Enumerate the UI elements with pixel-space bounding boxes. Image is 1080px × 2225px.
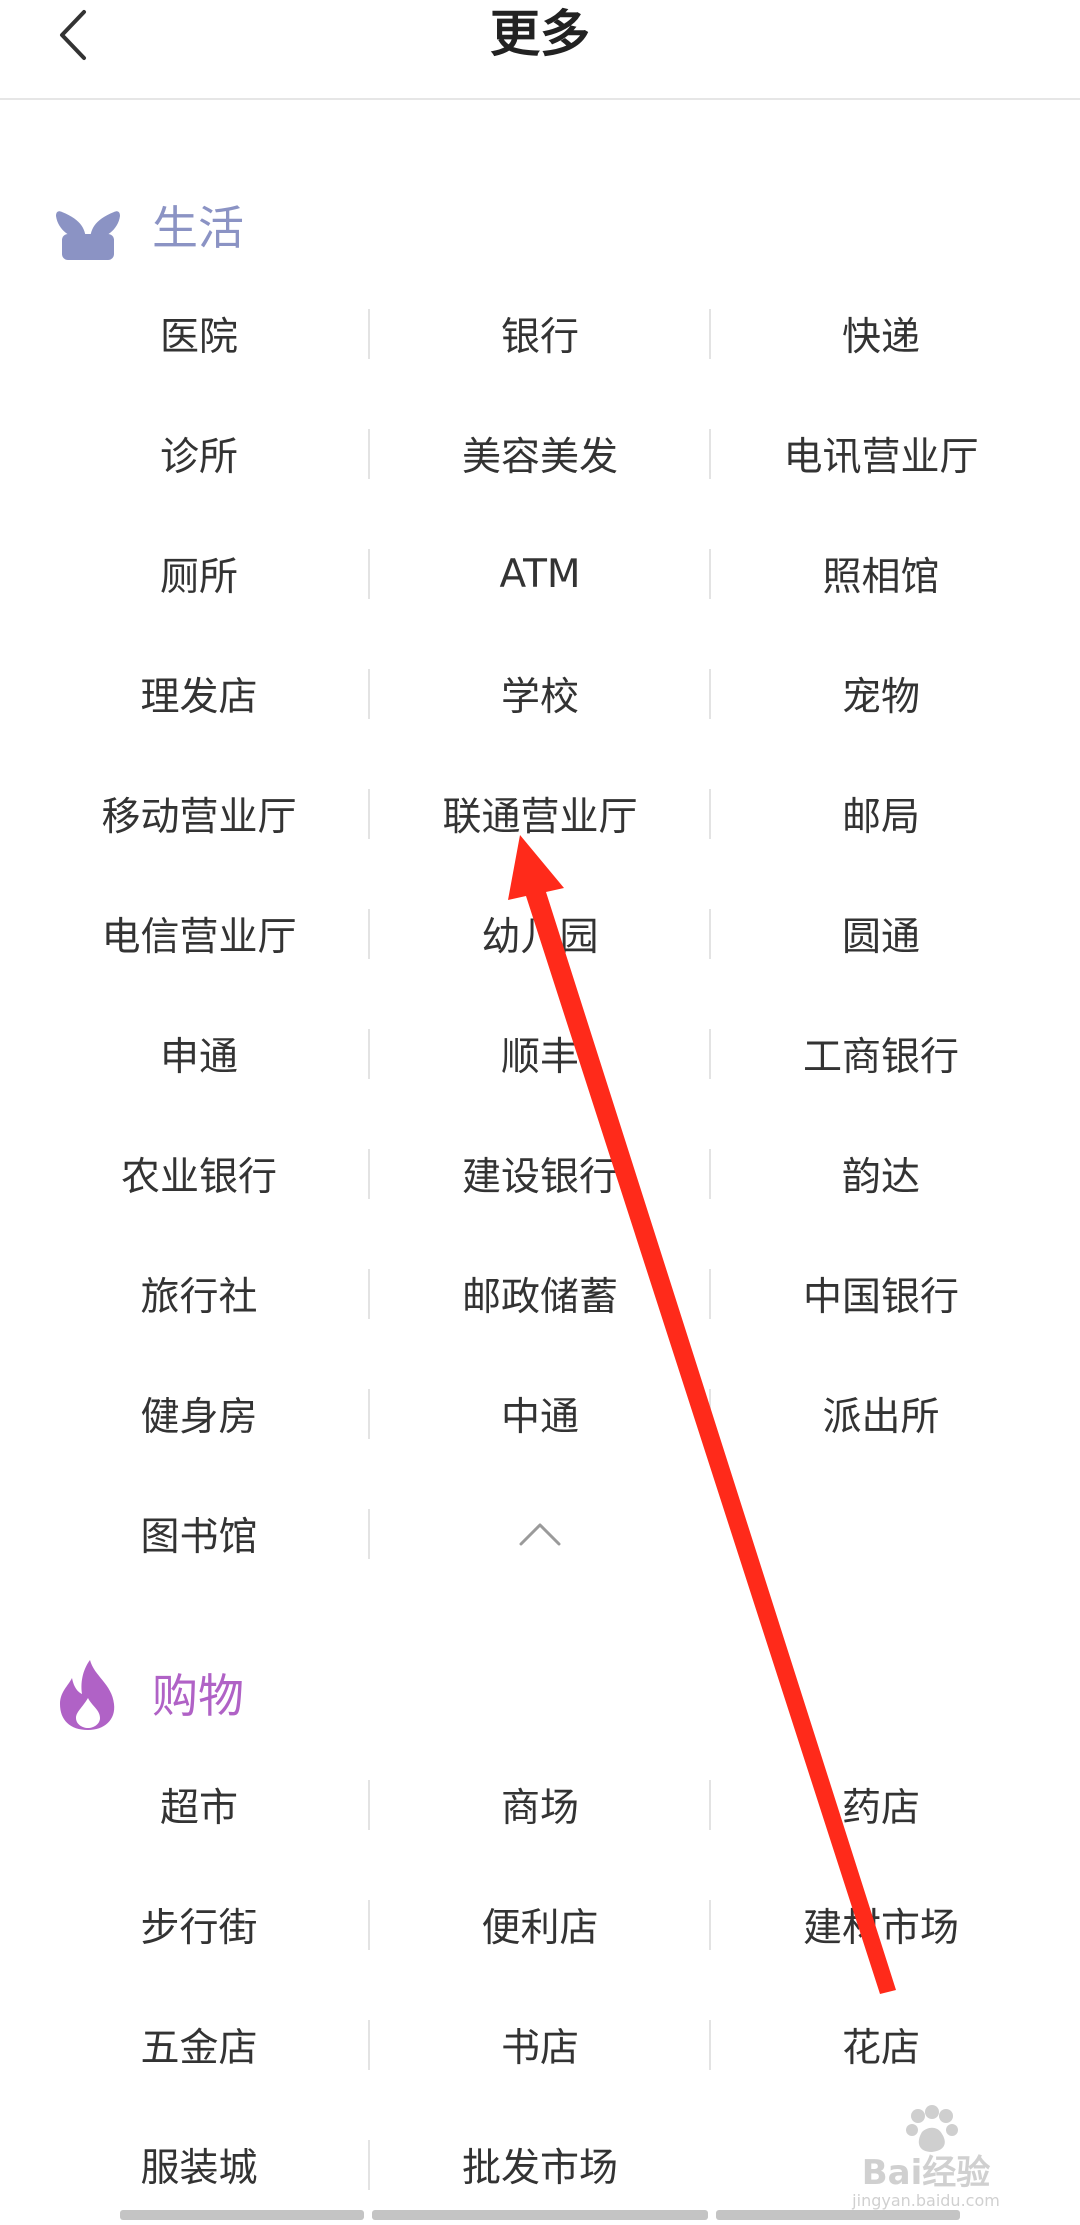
chevron-up-icon [519,1523,561,1546]
column-divider [368,2140,370,2190]
category-item[interactable]: ATM [370,514,710,634]
grid-row: 旅行社 邮政储蓄 中国银行 [0,1234,1080,1354]
column-divider [709,1149,711,1199]
category-item[interactable]: 图书馆 [29,1474,369,1594]
column-divider [368,309,370,359]
grid-row: 医院 银行 快递 [0,274,1080,394]
category-item[interactable]: 建材市场 [711,1865,1051,1985]
category-item[interactable]: 便利店 [370,1865,710,1985]
category-item[interactable]: 医院 [29,274,369,394]
next-row-edge [716,2210,960,2220]
column-divider [709,1780,711,1830]
grid-row: 申通 顺丰 工商银行 [0,994,1080,1114]
category-item[interactable]: 五金店 [29,1985,369,2105]
column-divider [368,789,370,839]
column-divider [709,2020,711,2070]
column-divider [709,669,711,719]
column-divider [709,1029,711,1079]
column-divider [709,1900,711,1950]
category-item[interactable]: 厕所 [29,514,369,634]
category-item[interactable]: 邮政储蓄 [370,1234,710,1354]
grid-row: 五金店 书店 花店 [0,1985,1080,2105]
category-item[interactable]: 步行街 [29,1865,369,1985]
column-divider [368,1900,370,1950]
category-item[interactable]: 诊所 [29,394,369,514]
watermark-subtext: jingyan.baidu.com [851,2191,1000,2210]
category-item[interactable]: 邮局 [711,754,1051,874]
grid-row: 厕所 ATM 照相馆 [0,514,1080,634]
category-item[interactable]: 韵达 [711,1114,1051,1234]
category-item[interactable]: 快递 [711,274,1051,394]
section-title-shopping: 购物 [152,1669,244,1723]
category-item[interactable]: 圆通 [711,874,1051,994]
sprout-icon [56,211,120,260]
category-item[interactable]: 工商银行 [711,994,1051,1114]
grid-row: 移动营业厅 联通营业厅 邮局 [0,754,1080,874]
watermark-text: Bai经验 [862,2153,991,2193]
next-row-edge [120,2210,364,2220]
category-item[interactable]: 健身房 [29,1354,369,1474]
category-item[interactable]: 商场 [370,1745,710,1865]
category-item[interactable]: 中国银行 [711,1234,1051,1354]
column-divider [368,549,370,599]
grid-row: 电信营业厅 幼儿园 圆通 [0,874,1080,994]
category-item[interactable]: 建设银行 [370,1114,710,1234]
column-divider [709,1389,711,1439]
column-divider [709,789,711,839]
category-item[interactable]: 联通营业厅 [370,754,710,874]
page-title: 更多 [490,5,590,63]
category-item[interactable]: 药店 [711,1745,1051,1865]
category-item[interactable]: 电讯营业厅 [711,394,1051,514]
column-divider [368,1269,370,1319]
category-item[interactable]: 超市 [29,1745,369,1865]
section-title-life: 生活 [152,201,244,255]
category-item[interactable]: 电信营业厅 [29,874,369,994]
column-divider [368,1389,370,1439]
category-item[interactable]: 银行 [370,274,710,394]
category-item[interactable]: 幼儿园 [370,874,710,994]
grid-row: 步行街 便利店 建材市场 [0,1865,1080,1985]
grid-row: 农业银行 建设银行 韵达 [0,1114,1080,1234]
category-item[interactable]: 农业银行 [29,1114,369,1234]
category-item[interactable]: 批发市场 [370,2105,710,2225]
column-divider [709,1269,711,1319]
flame-icon [60,1660,115,1730]
column-divider [368,1149,370,1199]
category-item[interactable]: 理发店 [29,634,369,754]
column-divider [368,1029,370,1079]
category-item[interactable]: 申通 [29,994,369,1114]
category-item[interactable]: 宠物 [711,634,1051,754]
category-item[interactable]: 旅行社 [29,1234,369,1354]
category-item[interactable]: 移动营业厅 [29,754,369,874]
category-item[interactable]: 书店 [370,1985,710,2105]
column-divider [709,309,711,359]
grid-row: 图书馆 [0,1474,1080,1594]
category-item[interactable]: 学校 [370,634,710,754]
column-divider [368,429,370,479]
baidu-jingyan-watermark: Bai经验 jingyan.baidu.com [851,2105,1000,2210]
life-category-grid: 医院 银行 快递 诊所 美容美发 电讯营业厅 厕所 ATM 照相馆 理发店 学校 宠物 移动营业厅 联通营… [0,274,1080,1594]
grid-row: 诊所 美容美发 电讯营业厅 [0,394,1080,514]
grid-row: 超市 商场 药店 [0,1745,1080,1865]
grid-row: 理发店 学校 宠物 [0,634,1080,754]
category-item[interactable]: 服装城 [29,2105,369,2225]
top-bar: 更多 [0,0,1080,100]
column-divider [368,1780,370,1830]
category-item[interactable]: 美容美发 [370,394,710,514]
category-item[interactable]: 派出所 [711,1354,1051,1474]
next-row-edge [372,2210,708,2220]
category-item[interactable]: 照相馆 [711,514,1051,634]
category-item[interactable]: 顺丰 [370,994,710,1114]
grid-row: 健身房 中通 派出所 [0,1354,1080,1474]
category-item[interactable]: 花店 [711,1985,1051,2105]
column-divider [709,549,711,599]
column-divider [368,669,370,719]
column-divider [368,2020,370,2070]
category-item[interactable]: 中通 [370,1354,710,1474]
collapse-button[interactable] [370,1474,710,1594]
column-divider [709,909,711,959]
column-divider [709,429,711,479]
column-divider [368,909,370,959]
